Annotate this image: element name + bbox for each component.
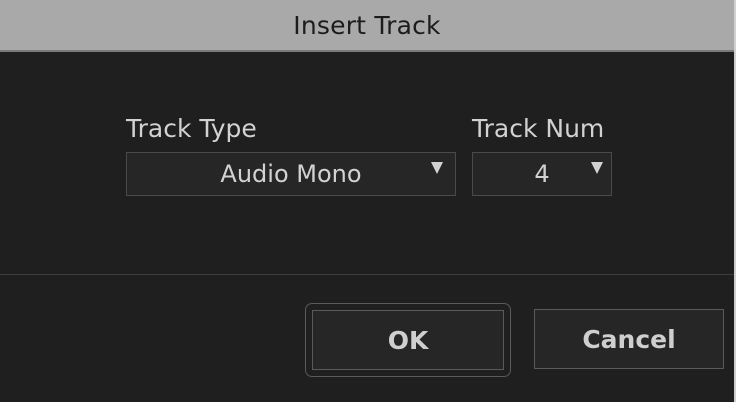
track-type-label: Track Type [126, 114, 257, 143]
dialog-titlebar[interactable]: Insert Track [0, 0, 734, 52]
cancel-button-label: Cancel [582, 324, 676, 354]
track-num-select[interactable]: 4 [472, 152, 612, 196]
track-num-label: Track Num [472, 114, 605, 143]
triangle-down-icon [431, 162, 443, 174]
track-type-select[interactable]: Audio Mono [126, 152, 456, 196]
triangle-down-icon [591, 162, 603, 174]
track-type-value: Audio Mono [220, 160, 362, 188]
ok-button-label: OK [387, 325, 429, 355]
cancel-button[interactable]: Cancel [534, 309, 724, 369]
track-num-value: 4 [534, 160, 550, 188]
insert-track-dialog: Insert Track Track Type Audio Mono Track… [0, 0, 736, 402]
ok-button-focus-ring[interactable]: OK [305, 303, 511, 377]
dialog-title: Insert Track [293, 10, 441, 40]
dialog-body: Track Type Audio Mono Track Num 4 [0, 52, 734, 274]
ok-button[interactable]: OK [312, 310, 504, 370]
dialog-footer: OK Cancel [0, 275, 734, 402]
